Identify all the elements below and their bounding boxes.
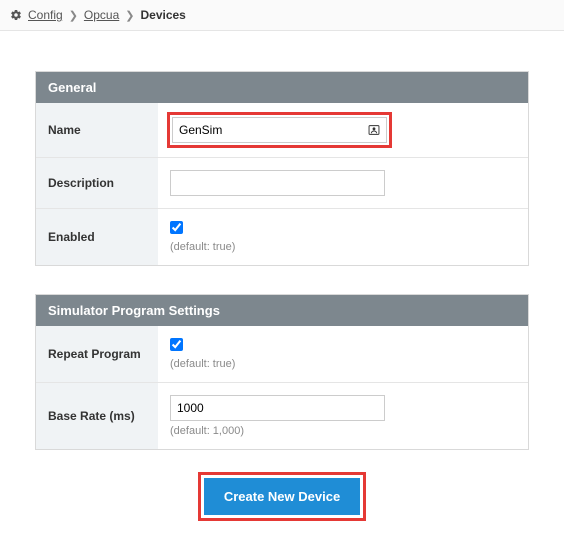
enabled-hint: (default: true) <box>170 241 516 253</box>
panel-header-general: General <box>36 72 528 103</box>
repeat-hint: (default: true) <box>170 358 516 370</box>
label-description: Description <box>36 158 158 209</box>
label-name: Name <box>36 103 158 158</box>
label-enabled: Enabled <box>36 209 158 266</box>
crumb-config[interactable]: Config <box>28 8 63 22</box>
label-baserate: Base Rate (ms) <box>36 383 158 450</box>
content-area: General Name Description <box>0 31 564 535</box>
repeat-checkbox[interactable] <box>170 338 183 351</box>
button-row: Create New Device <box>35 478 529 515</box>
crumb-opcua[interactable]: Opcua <box>84 8 119 22</box>
breadcrumb: Config ❯ Opcua ❯ Devices <box>0 0 564 31</box>
row-enabled: Enabled (default: true) <box>36 209 528 266</box>
panel-simulator: Simulator Program Settings Repeat Progra… <box>35 294 529 450</box>
label-repeat: Repeat Program <box>36 326 158 383</box>
highlight-name <box>170 115 389 145</box>
name-input[interactable] <box>172 117 387 143</box>
panel-header-simulator: Simulator Program Settings <box>36 295 528 326</box>
panel-general: General Name Description <box>35 71 529 266</box>
baserate-hint: (default: 1,000) <box>170 425 516 437</box>
row-repeat: Repeat Program (default: true) <box>36 326 528 383</box>
description-input[interactable] <box>170 170 385 196</box>
baserate-input[interactable] <box>170 395 385 421</box>
enabled-checkbox[interactable] <box>170 221 183 234</box>
chevron-right-icon: ❯ <box>69 9 78 22</box>
row-description: Description <box>36 158 528 209</box>
crumb-devices: Devices <box>140 8 185 22</box>
gear-icon <box>10 9 22 21</box>
chevron-right-icon: ❯ <box>125 9 134 22</box>
row-baserate: Base Rate (ms) (default: 1,000) <box>36 383 528 450</box>
create-new-device-button[interactable]: Create New Device <box>204 478 360 515</box>
row-name: Name <box>36 103 528 158</box>
